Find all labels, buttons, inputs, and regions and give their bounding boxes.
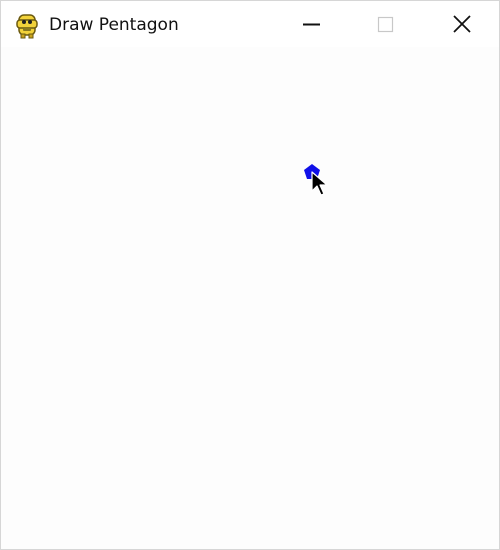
minimize-icon [303, 23, 320, 26]
close-button[interactable] [439, 1, 485, 47]
arrow-cursor-icon [311, 171, 328, 196]
drawing-canvas[interactable] [1, 47, 499, 549]
app-window: Draw Pentagon [0, 0, 500, 550]
minimize-button[interactable] [288, 1, 334, 47]
window-title: Draw Pentagon [49, 15, 179, 35]
maximize-button[interactable] [362, 1, 408, 47]
maximize-icon [377, 16, 394, 33]
close-icon [453, 15, 471, 33]
title-bar[interactable]: Draw Pentagon [1, 1, 499, 47]
python-snake-icon [14, 11, 40, 39]
